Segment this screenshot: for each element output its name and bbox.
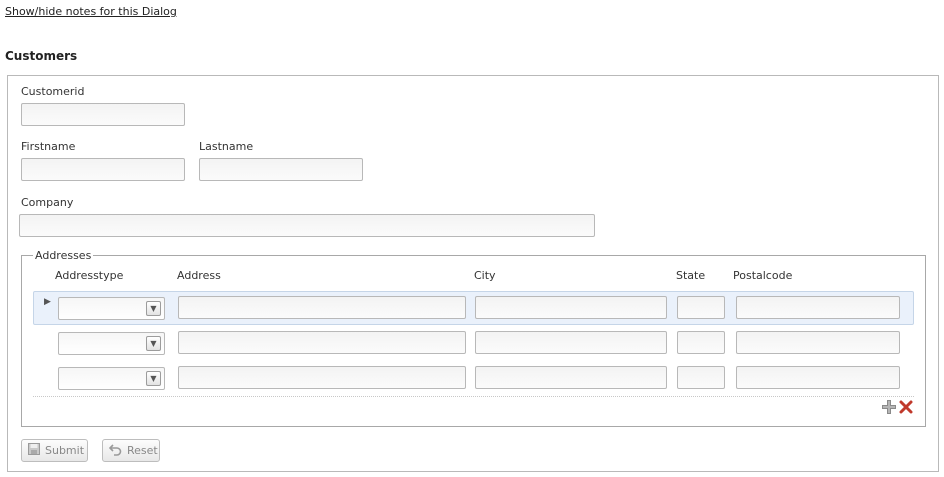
address-field[interactable]	[178, 331, 466, 354]
column-header-address: Address	[177, 269, 221, 282]
undo-arrow-icon	[108, 443, 122, 459]
notes-toggle-link[interactable]: Show/hide notes for this Dialog	[5, 5, 177, 18]
addresstype-select[interactable]: ▼	[58, 332, 165, 355]
state-field[interactable]	[677, 296, 725, 319]
column-header-state: State	[676, 269, 706, 282]
company-field[interactable]	[19, 214, 595, 237]
column-header-addresstype: Addresstype	[55, 269, 124, 282]
lastname-field[interactable]	[199, 158, 363, 181]
chevron-down-icon[interactable]: ▼	[146, 371, 161, 386]
column-header-postalcode: Postalcode	[733, 269, 793, 282]
customerid-label: Customerid	[21, 85, 85, 98]
triangle-right-icon: ▶	[44, 297, 51, 307]
address-field[interactable]	[178, 296, 466, 319]
reset-button-label: Reset	[127, 444, 158, 457]
postalcode-field[interactable]	[736, 331, 900, 354]
company-label: Company	[21, 196, 74, 209]
postalcode-field[interactable]	[736, 366, 900, 389]
grid-divider	[33, 396, 914, 397]
city-field[interactable]	[475, 296, 667, 319]
submit-button-label: Submit	[45, 444, 85, 457]
state-field[interactable]	[677, 366, 725, 389]
plus-icon[interactable]	[881, 399, 897, 415]
lastname-label: Lastname	[199, 140, 254, 153]
customerid-field[interactable]	[21, 103, 185, 126]
addresses-legend: Addresses	[33, 249, 94, 262]
floppy-disk-icon	[28, 443, 40, 458]
addresstype-select[interactable]: ▼	[58, 297, 165, 320]
column-header-city: City	[474, 269, 496, 282]
state-field[interactable]	[677, 331, 725, 354]
reset-button[interactable]: Reset	[102, 439, 160, 462]
city-field[interactable]	[475, 366, 667, 389]
firstname-field[interactable]	[21, 158, 185, 181]
address-field[interactable]	[178, 366, 466, 389]
addresstype-select[interactable]: ▼	[58, 367, 165, 390]
chevron-down-icon[interactable]: ▼	[146, 336, 161, 351]
city-field[interactable]	[475, 331, 667, 354]
chevron-down-icon[interactable]: ▼	[146, 301, 161, 316]
postalcode-field[interactable]	[736, 296, 900, 319]
section-title: Customers	[5, 49, 78, 63]
submit-button[interactable]: Submit	[21, 439, 88, 462]
red-x-icon[interactable]	[898, 399, 914, 415]
firstname-label: Firstname	[21, 140, 76, 153]
